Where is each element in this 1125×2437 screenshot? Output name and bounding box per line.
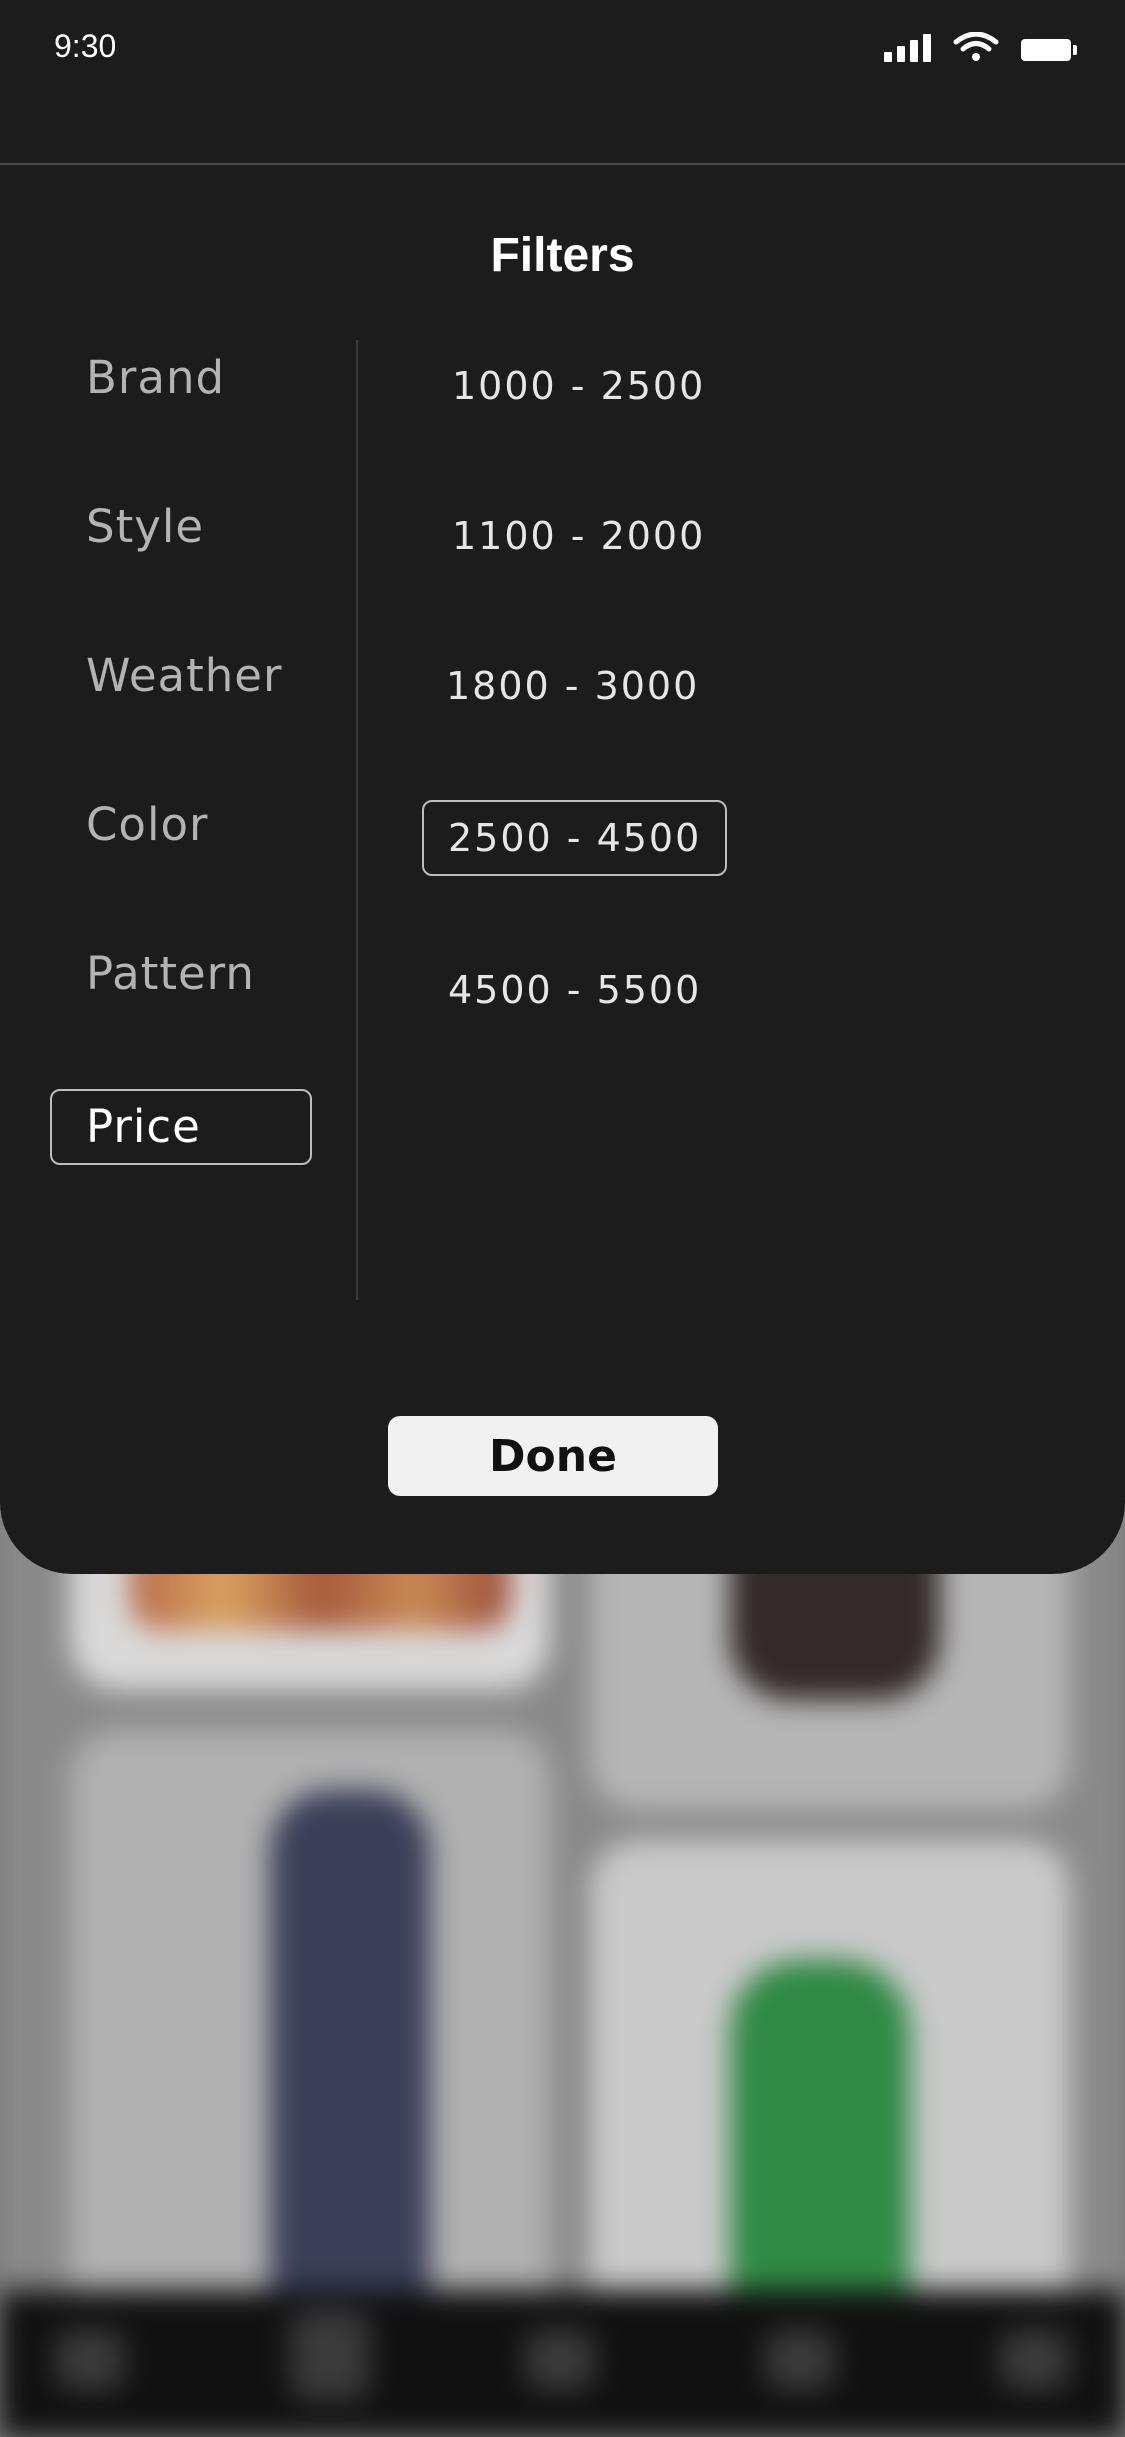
cellular-signal-icon — [884, 32, 931, 62]
price-option[interactable]: 4500 - 5500 — [448, 952, 701, 1028]
sheet-title: Filters — [490, 229, 635, 282]
category-weather[interactable]: Weather — [50, 638, 312, 714]
price-option[interactable]: 1000 - 2500 — [452, 348, 705, 424]
category-price[interactable]: Price — [50, 1089, 312, 1165]
category-style[interactable]: Style — [50, 489, 312, 565]
grid-icon — [525, 2330, 595, 2390]
price-option[interactable]: 1800 - 3000 — [446, 648, 699, 724]
status-time: 9:30 — [54, 28, 117, 64]
sheet-divider — [0, 163, 1125, 165]
done-button[interactable]: Done — [388, 1416, 718, 1496]
column-divider — [356, 340, 358, 1300]
bottom-nav-bar — [0, 2290, 1125, 2437]
price-option[interactable]: 1100 - 2000 — [452, 498, 705, 574]
filter-sheet: 9:30 Filters Brand Style Weather Color P… — [0, 0, 1125, 1574]
profile-icon — [1000, 2330, 1070, 2390]
bag-icon — [765, 2330, 835, 2390]
product-card — [590, 1840, 1070, 2340]
status-bar: 9:30 — [0, 0, 1125, 100]
category-pattern[interactable]: Pattern — [50, 936, 312, 1012]
battery-icon — [1021, 38, 1077, 62]
product-card — [70, 1730, 550, 2330]
wardrobe-icon — [290, 2310, 370, 2400]
price-option-selected[interactable]: 2500 - 4500 — [422, 800, 728, 876]
wifi-icon — [953, 32, 999, 61]
category-color[interactable]: Color — [50, 787, 312, 863]
category-brand[interactable]: Brand — [50, 340, 312, 416]
home-icon — [55, 2330, 125, 2390]
